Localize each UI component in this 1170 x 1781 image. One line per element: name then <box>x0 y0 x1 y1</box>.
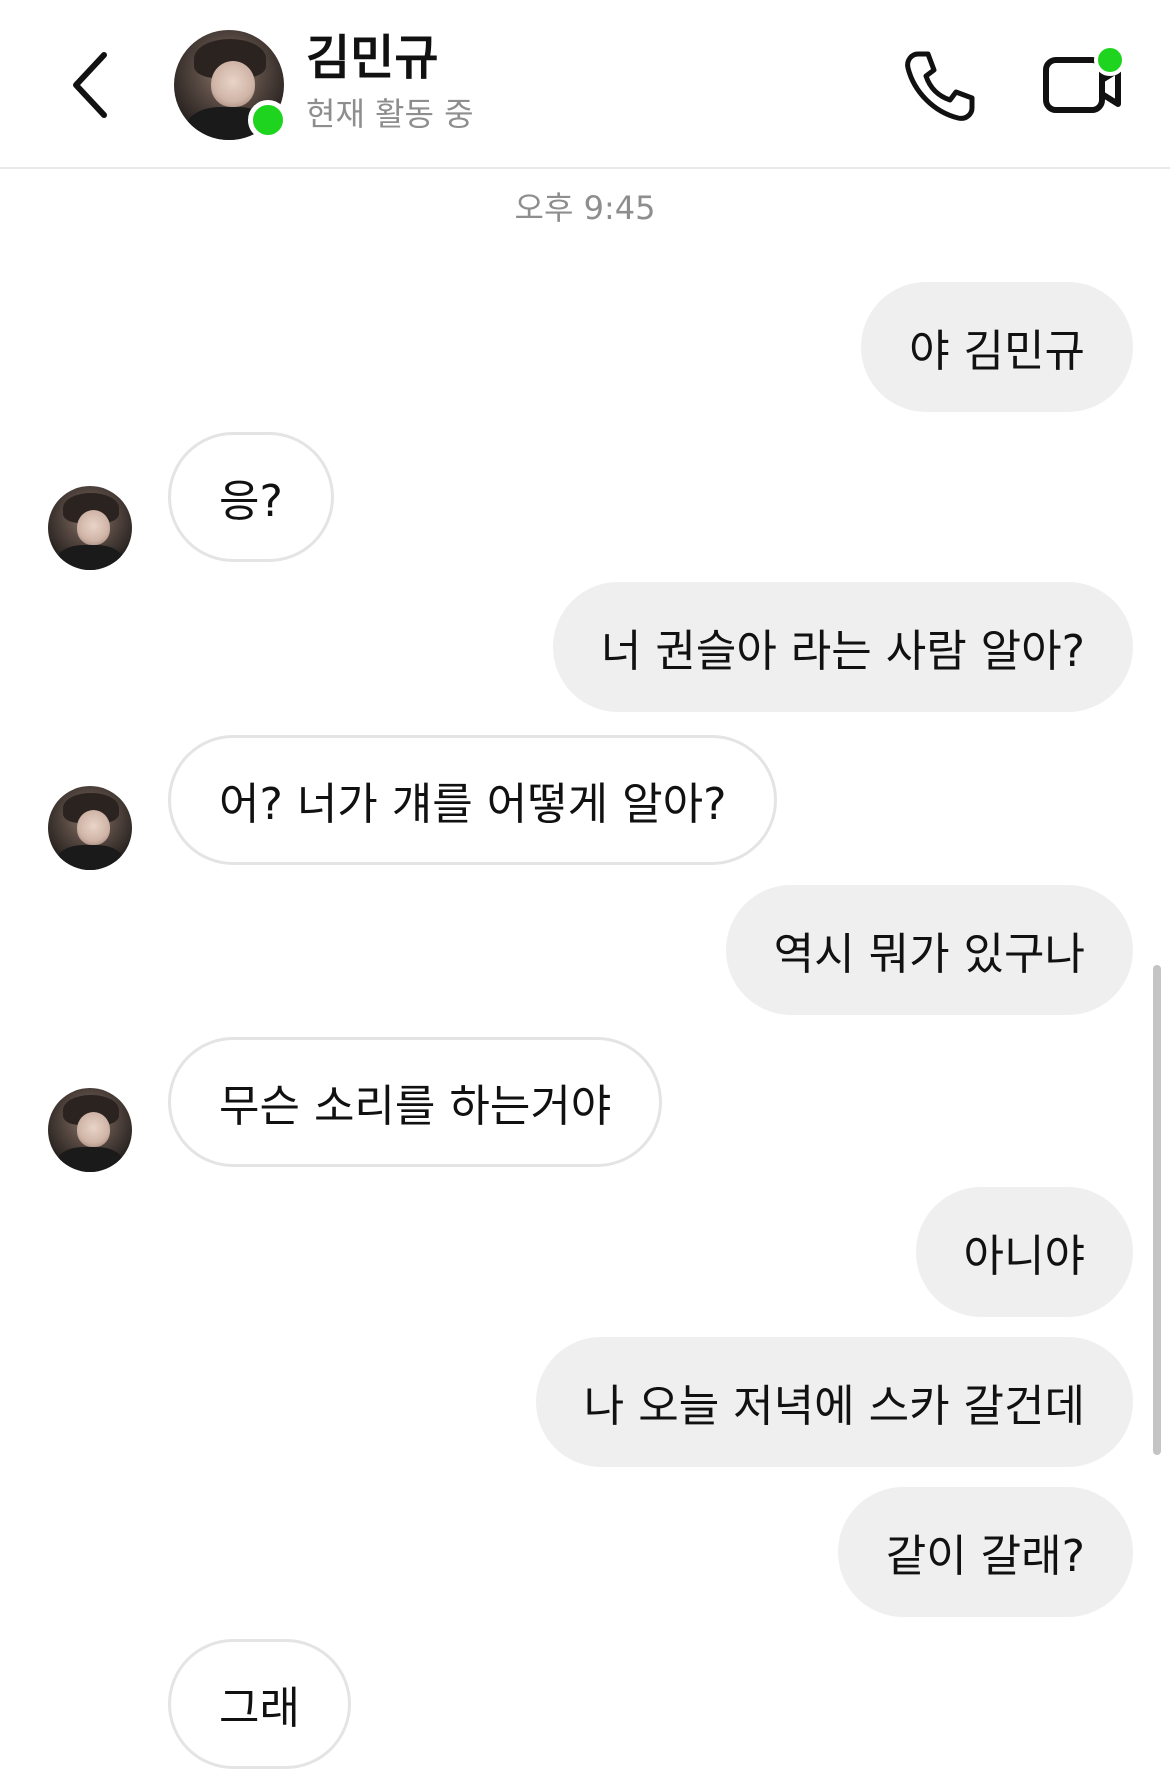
message-bubble-incoming[interactable]: 그래 <box>168 1639 351 1769</box>
sender-avatar[interactable] <box>48 1088 132 1172</box>
message-text: 아니야 <box>963 1231 1085 1282</box>
message-bubble-outgoing[interactable]: 나 오늘 저녁에 스카 갈건데 <box>535 1337 1133 1467</box>
message-timestamp: 오후 9:45 <box>514 189 656 227</box>
scrollbar[interactable] <box>1153 965 1161 1455</box>
message-bubble-incoming[interactable]: 어? 너가 걔를 어떻게 알아? <box>168 735 778 865</box>
message-bubble-outgoing[interactable]: 아니야 <box>915 1187 1133 1317</box>
message-bubble-outgoing[interactable]: 같이 갈래? <box>837 1487 1133 1617</box>
message-text: 그래 <box>219 1683 300 1734</box>
message-text: 너 권슬아 라는 사람 알아? <box>600 626 1085 677</box>
chevron-left-icon <box>73 52 107 118</box>
phone-icon <box>905 51 975 121</box>
contact-avatar-wrap[interactable] <box>174 30 288 140</box>
sender-avatar[interactable] <box>48 786 132 870</box>
call-button[interactable] <box>900 46 980 126</box>
message-bubble-incoming[interactable]: 응? <box>168 432 334 562</box>
message-bubble-incoming[interactable]: 무슨 소리를 하는거야 <box>168 1037 663 1167</box>
message-text: 같이 갈래? <box>885 1531 1085 1582</box>
contact-status: 현재 활동 중 <box>306 95 474 133</box>
back-button[interactable] <box>60 40 120 130</box>
message-text: 야 김민규 <box>909 326 1085 377</box>
message-bubble-outgoing[interactable]: 역시 뭐가 있구나 <box>725 885 1133 1015</box>
video-call-button[interactable] <box>1040 44 1130 124</box>
sender-avatar[interactable] <box>48 486 132 570</box>
message-text: 역시 뭐가 있구나 <box>773 929 1085 980</box>
online-status-dot <box>248 100 288 140</box>
video-status-dot <box>1094 44 1126 76</box>
message-text: 어? 너가 걔를 어떻게 알아? <box>219 779 727 830</box>
message-bubble-outgoing[interactable]: 너 권슬아 라는 사람 알아? <box>552 582 1133 712</box>
chat-header: 김민규 현재 활동 중 <box>0 0 1170 169</box>
message-bubble-outgoing[interactable]: 야 김민규 <box>861 282 1133 412</box>
message-text: 나 오늘 저녁에 스카 갈건데 <box>583 1381 1085 1432</box>
message-text: 무슨 소리를 하는거야 <box>219 1081 612 1132</box>
contact-name[interactable]: 김민규 <box>306 28 438 88</box>
message-text: 응? <box>219 476 283 527</box>
